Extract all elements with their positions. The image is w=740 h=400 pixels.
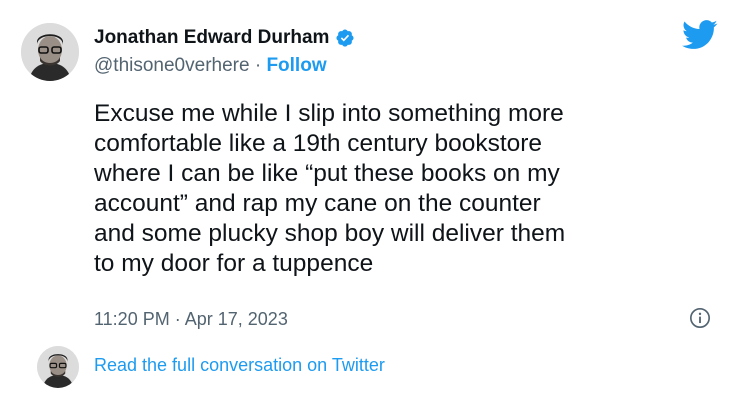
author-avatar[interactable] [21, 23, 79, 81]
twitter-bird-icon[interactable] [682, 20, 718, 50]
tweet-timestamp[interactable]: 11:20 PM · Apr 17, 2023 [94, 309, 288, 330]
tweet-card: Jonathan Edward Durham @thisone0verhere … [0, 0, 740, 400]
author-name[interactable]: Jonathan Edward Durham [94, 27, 329, 49]
tweet-text: Excuse me while I slip into something mo… [94, 100, 566, 277]
author-row: Jonathan Edward Durham [94, 27, 355, 49]
info-icon[interactable] [689, 307, 711, 329]
tweet-date: Apr 17, 2023 [184, 309, 288, 329]
author-handle[interactable]: @thisone0verhere [94, 55, 250, 76]
follow-button[interactable]: Follow [266, 55, 326, 76]
author-avatar-image [21, 23, 79, 81]
reader-avatar[interactable] [37, 346, 79, 388]
handle-separator: · [254, 55, 262, 76]
timestamp-separator: · [174, 309, 181, 329]
tweet-time: 11:20 PM [94, 309, 170, 329]
reader-avatar-image [37, 346, 79, 388]
read-conversation-link[interactable]: Read the full conversation on Twitter [94, 355, 385, 376]
verified-badge-icon [336, 29, 354, 47]
handle-row: @thisone0verhere · Follow [94, 55, 327, 77]
